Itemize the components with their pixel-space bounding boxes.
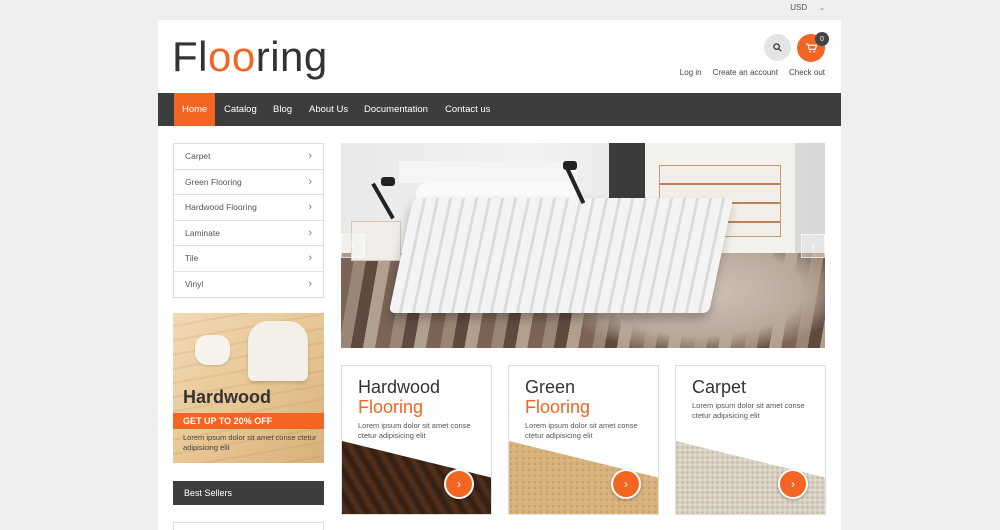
tile-go-button[interactable]: › — [444, 469, 474, 499]
category-label: Hardwood Flooring — [185, 202, 257, 213]
category-item-hardwood-flooring[interactable]: Hardwood Flooring › — [174, 195, 323, 221]
category-label: Vinyl — [185, 279, 204, 290]
category-label: Laminate — [185, 227, 220, 238]
account-links: Log in Create an account Check out — [680, 68, 825, 77]
slide-headboard — [399, 161, 577, 183]
nav-item-home[interactable]: Home — [174, 93, 216, 126]
category-list: Carpet › Green Flooring › Hardwood Floorin… — [173, 143, 324, 298]
create-account-link[interactable]: Create an account — [713, 68, 778, 77]
currency-label: USD — [790, 3, 808, 12]
tile-carpet[interactable]: Carpet Lorem ipsum dolor sit amet conse … — [675, 365, 826, 515]
site-logo[interactable]: Flooring — [172, 33, 328, 81]
nav-item-contact-us[interactable]: Contact us — [445, 93, 490, 126]
main-nav: Home Catalog Blog About Us Documentation… — [158, 93, 841, 126]
best-sellers-box — [173, 522, 324, 530]
chevron-right-icon: › — [791, 477, 795, 491]
slide-lamp-left-head — [381, 177, 395, 186]
page-container: Flooring 0 Log in Create an account Chec… — [158, 20, 841, 530]
nav-item-about-us[interactable]: About Us — [309, 93, 348, 126]
checkout-link[interactable]: Check out — [789, 68, 825, 77]
login-link[interactable]: Log in — [680, 68, 702, 77]
tile-title: Green — [525, 377, 576, 397]
chevron-right-icon: › — [308, 150, 312, 163]
promo-child-image — [195, 335, 230, 365]
chevron-right-icon: › — [308, 278, 312, 291]
category-item-carpet[interactable]: Carpet › — [174, 144, 323, 170]
tile-hardwood[interactable]: Hardwood Flooring Lorem ipsum dolor sit … — [341, 365, 492, 515]
nav-item-catalog[interactable]: Catalog — [224, 93, 257, 126]
tile-green-flooring[interactable]: Green Flooring Lorem ipsum dolor sit ame… — [508, 365, 659, 515]
nav-item-documentation[interactable]: Documentation — [364, 93, 428, 126]
promo-banner[interactable]: Hardwood GET UP TO 20% OFF Lorem ipsum d… — [173, 313, 324, 463]
category-item-green-flooring[interactable]: Green Flooring › — [174, 170, 323, 195]
chevron-left-icon: ‹ — [351, 239, 355, 253]
tile-title: Hardwood — [358, 377, 441, 397]
logo-suffix: ring — [255, 33, 328, 80]
tile-subtitle: Flooring — [525, 397, 591, 417]
cart-icon — [805, 43, 817, 53]
promo-armchair-image — [248, 321, 308, 381]
category-item-laminate[interactable]: Laminate › — [174, 221, 323, 246]
tile-text: Lorem ipsum dolor sit amet conse ctetur … — [358, 421, 471, 440]
chevron-down-icon: ⌄ — [819, 4, 825, 12]
tile-subtitle: Flooring — [358, 397, 424, 417]
chevron-right-icon: › — [308, 175, 312, 188]
cart-count-badge: 0 — [815, 32, 829, 46]
chevron-right-icon: › — [308, 201, 312, 214]
nav-item-blog[interactable]: Blog — [273, 93, 292, 126]
chevron-right-icon: › — [308, 226, 312, 239]
slide-bed — [388, 198, 734, 313]
chevron-right-icon: › — [811, 239, 815, 253]
tile-text: Lorem ipsum dolor sit amet conse ctetur … — [525, 421, 638, 440]
currency-selector[interactable]: USD ⌄ — [790, 3, 825, 12]
tile-go-button[interactable]: › — [778, 469, 808, 499]
hero-slider[interactable]: ‹ › — [341, 143, 825, 348]
slide-prev-button[interactable]: ‹ — [341, 234, 365, 258]
slide-lamp-right-head — [563, 161, 577, 170]
promo-title: Hardwood — [183, 387, 271, 407]
logo-prefix: Fl — [172, 33, 208, 80]
tile-text: Lorem ipsum dolor sit amet conse ctetur … — [692, 401, 805, 420]
chevron-right-icon: › — [457, 477, 461, 491]
slide-next-button[interactable]: › — [801, 234, 825, 258]
category-item-vinyl[interactable]: Vinyl › — [174, 272, 323, 298]
promo-text: Lorem ipsum dolor sit amet conse ctetur … — [183, 433, 317, 452]
search-button[interactable] — [764, 34, 791, 61]
promo-offer: GET UP TO 20% OFF — [173, 413, 324, 429]
category-label: Carpet — [185, 151, 211, 162]
best-sellers-heading: Best Sellers — [173, 481, 324, 505]
search-icon — [773, 43, 782, 52]
category-item-tile[interactable]: Tile › — [174, 246, 323, 272]
slide-curtain — [609, 143, 645, 203]
category-label: Tile — [185, 253, 199, 264]
chevron-right-icon: › — [308, 252, 312, 265]
tile-title: Carpet — [692, 377, 747, 397]
logo-accent: oo — [208, 33, 256, 80]
category-label: Green Flooring — [185, 176, 242, 187]
chevron-right-icon: › — [624, 477, 628, 491]
tile-go-button[interactable]: › — [611, 469, 641, 499]
